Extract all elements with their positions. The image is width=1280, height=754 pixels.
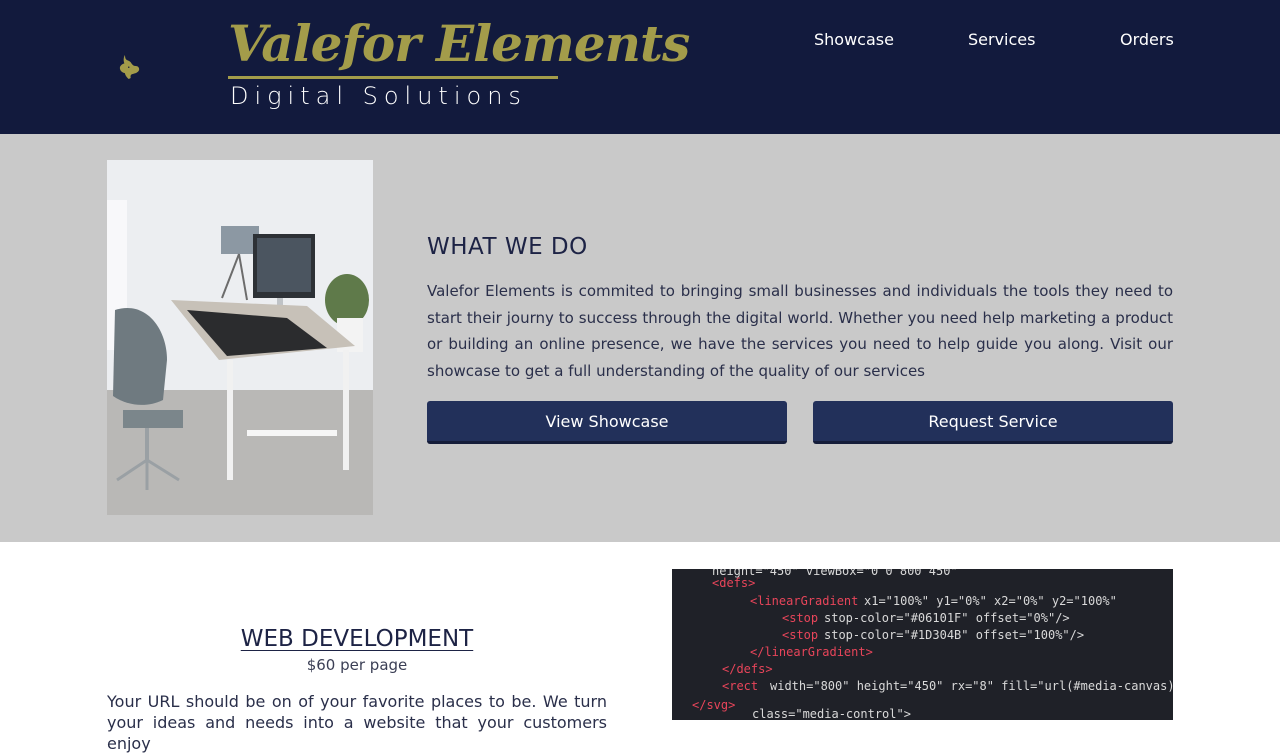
nav-services-link[interactable]: Services bbox=[968, 30, 1035, 49]
svg-text:<stop: <stop bbox=[782, 628, 818, 642]
web-development-description: Your URL should be on of your favorite p… bbox=[107, 692, 607, 753]
svg-text:width="800" height="450" rx="8: width="800" height="450" rx="8" fill="ur… bbox=[770, 679, 1173, 693]
nav-showcase-link[interactable]: Showcase bbox=[814, 30, 894, 49]
code-screenshot-image: height="450" viewBox="0 0 800 450" <defs… bbox=[672, 569, 1173, 720]
about-title: WHAT WE DO bbox=[427, 234, 588, 260]
svg-text:</linearGradient>: </linearGradient> bbox=[750, 645, 873, 659]
web-development-title-text[interactable]: WEB DEVELOPMENT bbox=[241, 626, 473, 652]
svg-text:<defs>: <defs> bbox=[712, 576, 755, 590]
site-header: Valefor Elements Digital Solutions Showc… bbox=[0, 0, 1280, 134]
svg-text:stop-color="#06101F" offset="0: stop-color="#06101F" offset="0%"/> bbox=[824, 611, 1070, 625]
nav-orders-link[interactable]: Orders bbox=[1120, 30, 1174, 49]
svg-text:</defs>: </defs> bbox=[722, 662, 773, 676]
svg-text:<linearGradient: <linearGradient bbox=[750, 594, 858, 608]
brand-title: Valefor Elements bbox=[228, 14, 690, 73]
svg-text:</svg>: </svg> bbox=[692, 698, 735, 712]
goat-logo-icon[interactable] bbox=[118, 12, 228, 122]
svg-text:stop-color="#1D304B" offset="1: stop-color="#1D304B" offset="100%"/> bbox=[824, 628, 1084, 642]
svg-text:<rect: <rect bbox=[722, 679, 758, 693]
view-showcase-button[interactable]: View Showcase bbox=[427, 401, 787, 444]
office-desk-photo bbox=[107, 160, 373, 515]
about-description: Valefor Elements is commited to bringing… bbox=[427, 282, 1173, 381]
svg-text:<stop: <stop bbox=[782, 611, 818, 625]
brand-subtitle: Digital Solutions bbox=[230, 82, 527, 110]
about-section: WHAT WE DO Valefor Elements is commited … bbox=[0, 134, 1280, 542]
svg-text:class="media-control">: class="media-control"> bbox=[752, 707, 911, 720]
web-development-title: WEB DEVELOPMENT bbox=[107, 626, 607, 652]
svg-text:x1="100%" y1="0%" x2="0%" y2=": x1="100%" y1="0%" x2="0%" y2="100%" bbox=[864, 594, 1117, 608]
request-service-button[interactable]: Request Service bbox=[813, 401, 1173, 444]
web-development-price: $60 per page bbox=[306, 656, 408, 674]
brand-underline bbox=[228, 76, 558, 79]
